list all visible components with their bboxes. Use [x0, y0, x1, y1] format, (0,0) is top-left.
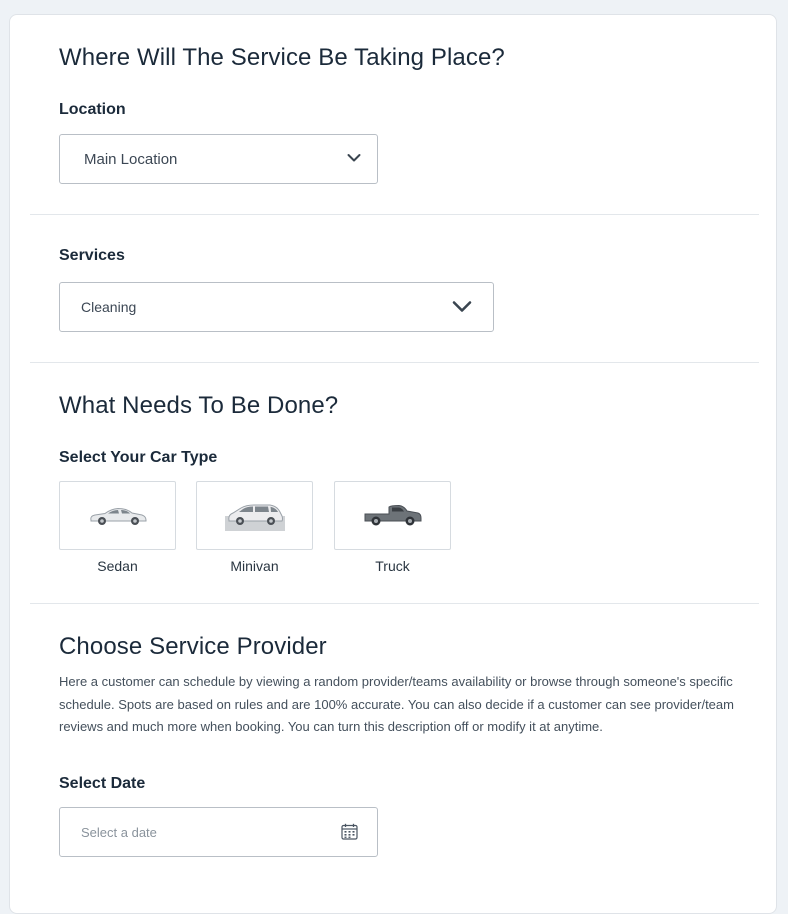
needs-section-title: What Needs To Be Done? [59, 392, 339, 419]
provider-description: Here a customer can schedule by viewing … [59, 674, 734, 734]
sedan-car-icon [89, 507, 146, 525]
date-picker-input[interactable]: Select a date [59, 807, 378, 857]
car-type-truck-option[interactable] [334, 481, 451, 550]
car-type-sedan-option[interactable] [59, 481, 176, 550]
calendar-icon[interactable] [341, 823, 358, 840]
location-section-title: Where Will The Service Be Taking Place? [59, 44, 505, 71]
car-type-minivan-label: Minivan [230, 558, 279, 574]
location-label: Location [59, 101, 126, 118]
location-select[interactable]: Main Location [59, 134, 378, 184]
services-label: Services [59, 247, 125, 264]
section-divider [30, 362, 759, 363]
booking-form-card: Where Will The Service Be Taking Place? … [9, 14, 777, 914]
car-type-truck-label: Truck [375, 558, 410, 574]
date-placeholder: Select a date [81, 824, 157, 840]
select-date-label: Select Date [59, 775, 146, 792]
services-selected-value: Cleaning [81, 299, 137, 315]
car-type-sedan-label: Sedan [97, 558, 138, 574]
truck-icon [364, 504, 421, 525]
car-type-label: Select Your Car Type [59, 449, 218, 466]
location-selected-value: Main Location [84, 150, 178, 168]
section-divider [30, 603, 759, 604]
section-divider [30, 214, 759, 215]
minivan-car-icon [224, 504, 285, 531]
chevron-down-icon [452, 301, 472, 312]
services-select[interactable]: Cleaning [59, 282, 494, 332]
chevron-down-icon [347, 154, 361, 162]
car-type-minivan-option[interactable] [196, 481, 313, 550]
provider-section-title: Choose Service Provider [59, 633, 327, 660]
